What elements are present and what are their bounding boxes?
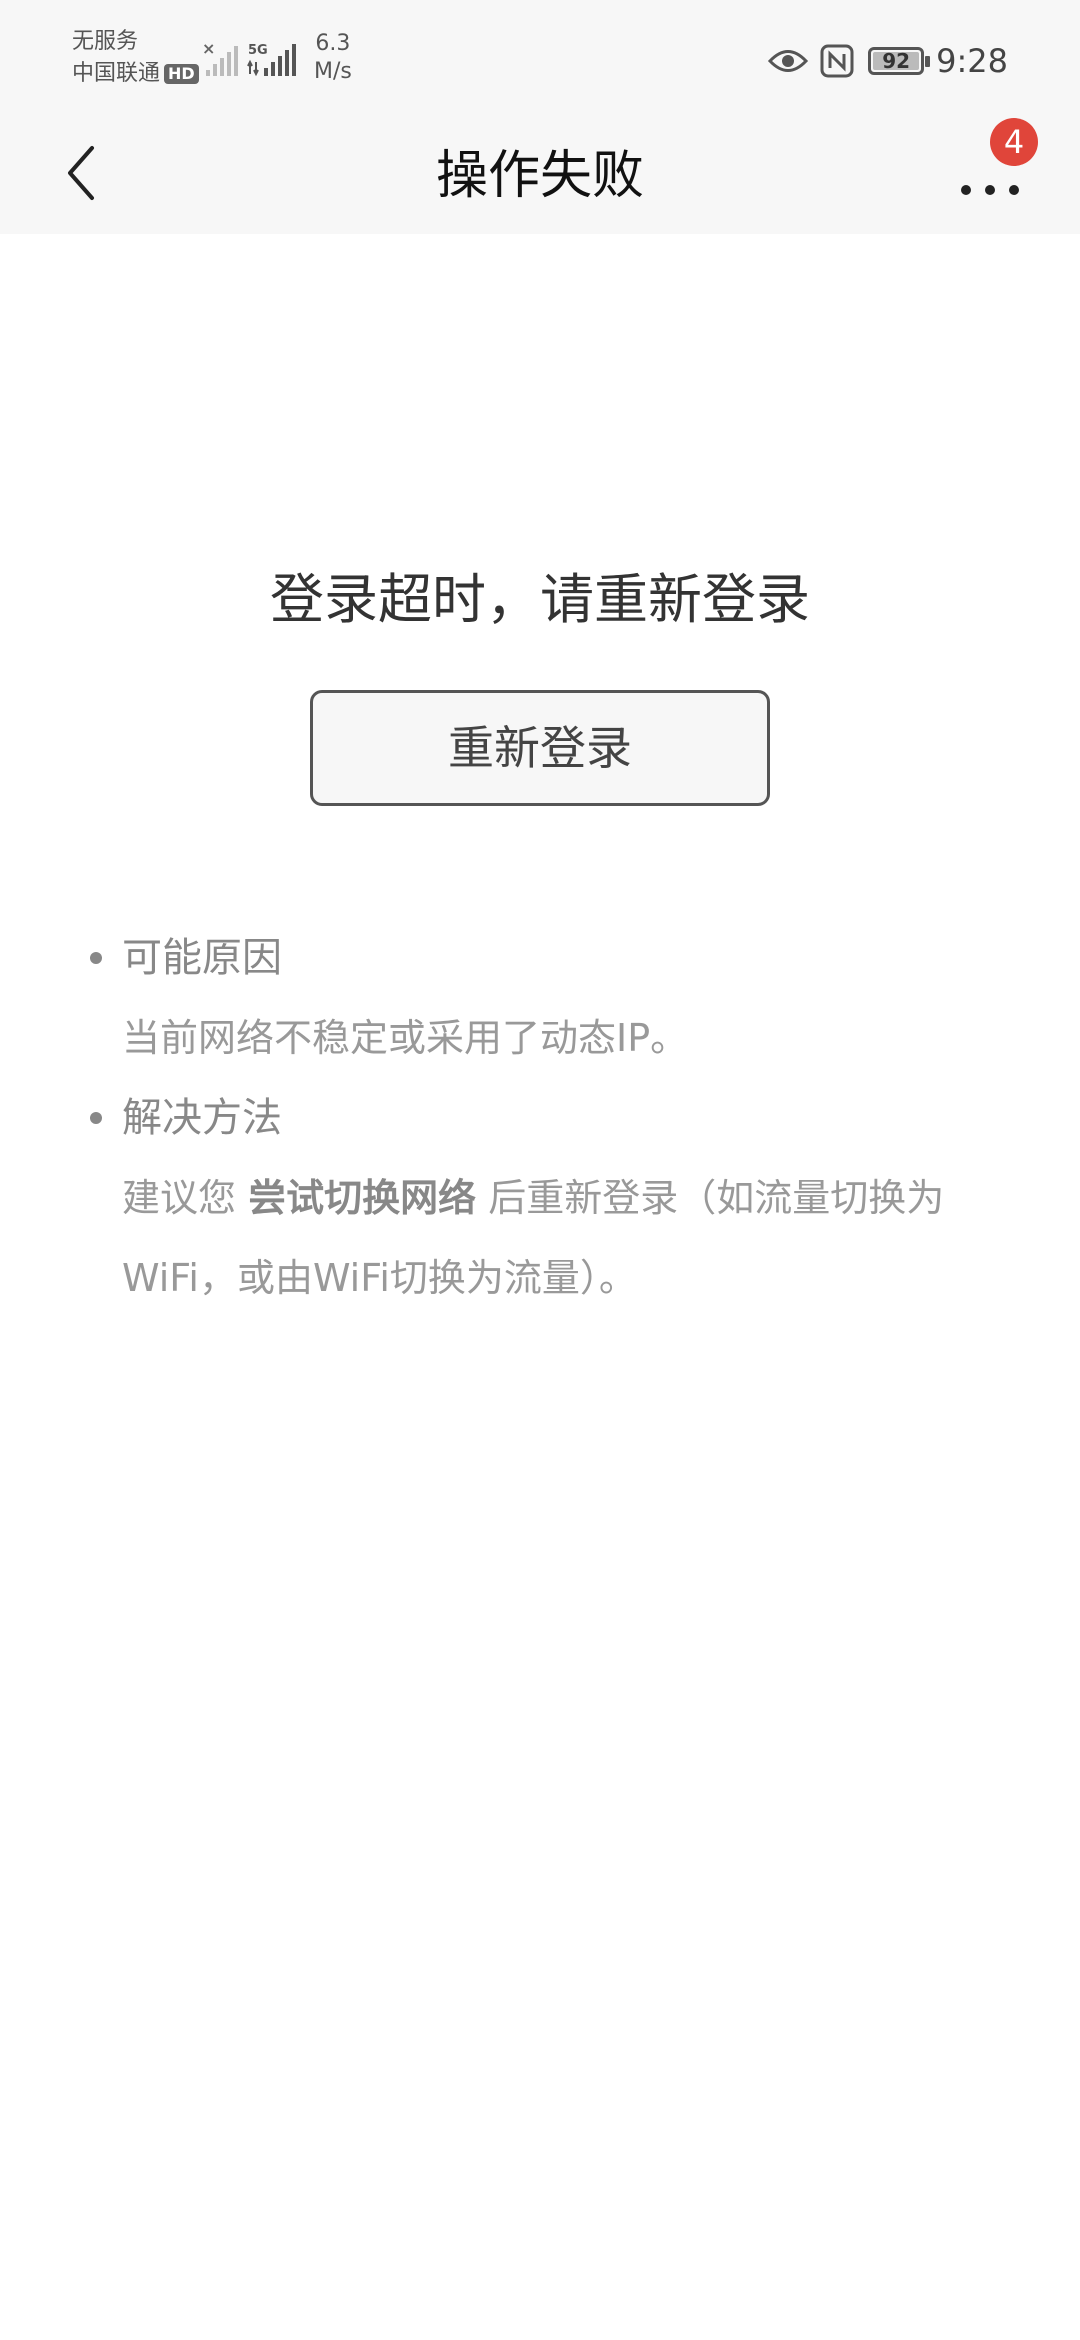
error-message: 登录超时，请重新登录	[270, 568, 810, 631]
hd-badge: HD	[164, 64, 199, 84]
reason-title: 可能原因	[122, 935, 282, 981]
svg-text:×: ×	[202, 40, 215, 58]
nfc-icon	[820, 44, 854, 78]
solution-prefix: 建议您	[122, 1176, 249, 1220]
signal-no-service-icon: ×	[202, 40, 238, 76]
status-right-group: 92 9:28	[768, 40, 1008, 82]
solution-text: 建议您 尝试切换网络 后重新登录（如流量切换为WiFi，或由WiFi切换为流量）…	[90, 1158, 1040, 1318]
eye-icon	[768, 50, 809, 72]
relogin-button[interactable]: 重新登录	[310, 690, 770, 806]
solution-heading: 解决方法	[90, 1078, 1040, 1158]
bullet-icon	[90, 1112, 102, 1124]
carrier-status: 无服务	[72, 29, 139, 54]
speed-unit: M/s	[314, 59, 352, 84]
notification-badge: 4	[990, 118, 1038, 166]
clock: 9:28	[936, 42, 1008, 80]
battery-icon: 92	[868, 47, 931, 75]
solution-title: 解决方法	[122, 1095, 282, 1141]
network-speed: 6.3 M/s	[314, 30, 352, 86]
nav-bar: 操作失败	[0, 116, 1080, 234]
bullet-icon	[90, 952, 102, 964]
status-bar: 无服务 中国联通 HD × 5G 6.3 M/s 92 9:28	[0, 0, 1080, 116]
reason-heading: 可能原因	[90, 918, 1040, 998]
tips-section: 可能原因 当前网络不稳定或采用了动态IP。 解决方法 建议您 尝试切换网络 后重…	[90, 918, 1040, 1318]
signal-5g-icon: 5G	[247, 43, 296, 77]
carrier-name: 中国联通	[72, 61, 161, 86]
speed-value: 6.3	[315, 31, 351, 56]
carrier-name-row: 中国联通 HD	[72, 58, 199, 90]
reason-text: 当前网络不稳定或采用了动态IP。	[122, 1016, 689, 1060]
net-type-label: 5G	[248, 43, 268, 58]
carrier-info: 无服务 中国联通 HD	[72, 26, 199, 90]
battery-level: 92	[882, 49, 911, 73]
solution-highlight: 尝试切换网络	[248, 1176, 477, 1220]
page-title: 操作失败	[435, 146, 644, 206]
